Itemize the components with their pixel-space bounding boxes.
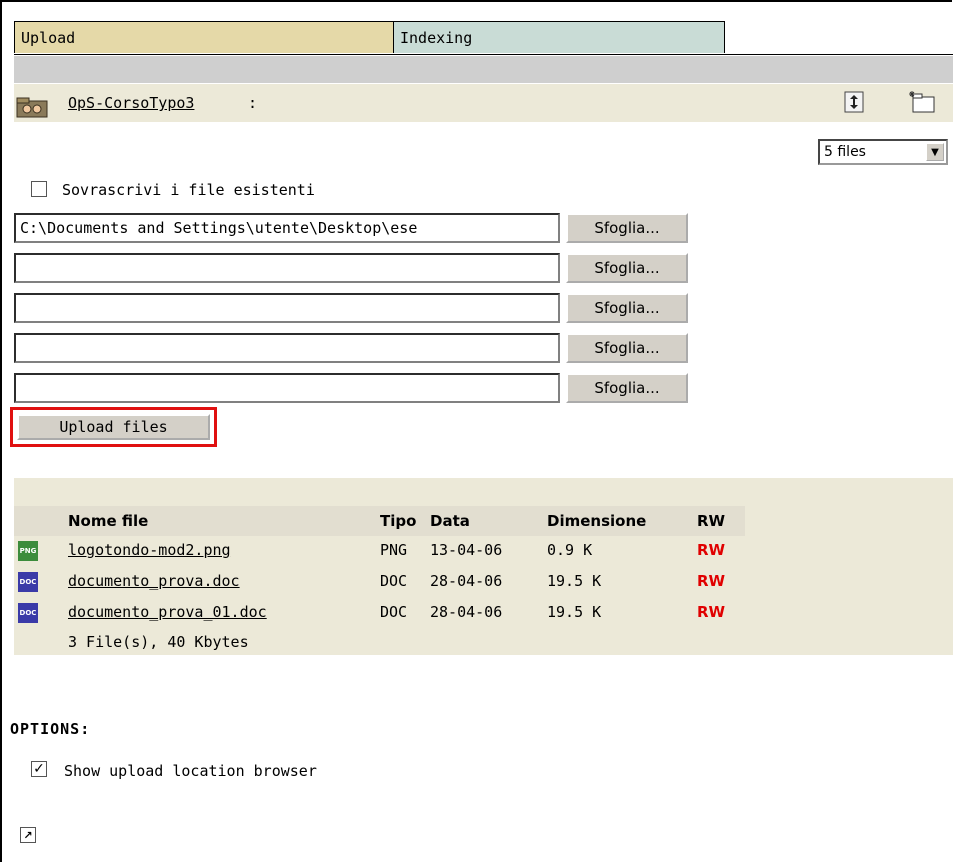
header-date: Data [430,512,470,530]
file-size: 0.9 K [547,541,593,559]
file-type: DOC [380,603,408,621]
tab-indexing[interactable]: Indexing [394,21,725,53]
file-name-link[interactable]: documento_prova_01.doc [68,603,267,621]
refresh-icon[interactable] [844,91,864,113]
table-row: PNG logotondo-mod2.png PNG 13-04-06 0.9 … [0,541,953,567]
options-heading: OPTIONS: [10,720,91,738]
folder-icon [16,97,48,118]
browse-button-2[interactable]: Sfoglia... [566,253,688,283]
browse-button-1[interactable]: Sfoglia... [566,213,688,243]
file-rw: RW [697,541,726,559]
table-row: DOC documento_prova.doc DOC 28-04-06 19.… [0,572,953,598]
header-type: Tipo [380,512,417,530]
chevron-down-icon[interactable]: ▼ [926,143,944,161]
file-input-1[interactable]: C:\Documents and Settings\utente\Desktop… [14,213,560,243]
browse-button-5[interactable]: Sfoglia... [566,373,688,403]
shortcut-arrow-icon[interactable]: ↗ [20,827,36,843]
file-size: 19.5 K [547,572,602,590]
header-size: Dimensione [547,512,647,530]
doc-file-icon: DOC [18,603,38,623]
upload-button-highlight: Upload files [10,407,217,447]
file-input-3[interactable] [14,293,560,323]
header-rw: RW [697,512,726,530]
overwrite-checkbox[interactable] [31,181,47,197]
new-folder-icon[interactable] [908,90,936,114]
file-rw: RW [697,572,726,590]
upload-files-button[interactable]: Upload files [17,414,210,440]
file-input-4[interactable] [14,333,560,363]
file-input-2[interactable] [14,253,560,283]
png-file-icon: PNG [18,541,38,561]
file-count-value: 5 files [824,144,866,160]
browse-button-4[interactable]: Sfoglia... [566,333,688,363]
toolbar-strip [14,55,953,83]
tab-indexing-label: Indexing [400,28,473,47]
file-count-select[interactable]: 5 files ▼ [818,139,948,165]
file-list-summary: 3 File(s), 40 Kbytes [68,633,249,651]
tab-upload[interactable]: Upload [14,21,394,53]
checkmark-icon: ✓ [33,761,45,777]
file-rw: RW [697,603,726,621]
show-location-checkbox[interactable]: ✓ [31,761,47,777]
header-name: Nome file [68,512,149,530]
file-input-5[interactable] [14,373,560,403]
file-date: 13-04-06 [430,541,503,559]
file-type: DOC [380,572,408,590]
file-type: PNG [380,541,408,559]
tab-bar: Upload Indexing [14,21,725,55]
file-name-link[interactable]: documento_prova.doc [68,572,240,590]
overwrite-label: Sovrascrivi i file esistenti [62,181,315,199]
file-date: 28-04-06 [430,603,503,621]
tab-upload-label: Upload [21,28,76,47]
browse-button-3[interactable]: Sfoglia... [566,293,688,323]
table-row: DOC documento_prova_01.doc DOC 28-04-06 … [0,603,953,629]
show-location-label: Show upload location browser [64,762,317,780]
path-suffix: : [248,94,258,112]
file-name-link[interactable]: logotondo-mod2.png [68,541,231,559]
file-date: 28-04-06 [430,572,503,590]
file-input-1-value: C:\Documents and Settings\utente\Desktop… [20,219,418,237]
doc-file-icon: DOC [18,572,38,592]
folder-path-link[interactable]: OpS-CorsoTypo3 [68,94,194,112]
file-size: 19.5 K [547,603,602,621]
